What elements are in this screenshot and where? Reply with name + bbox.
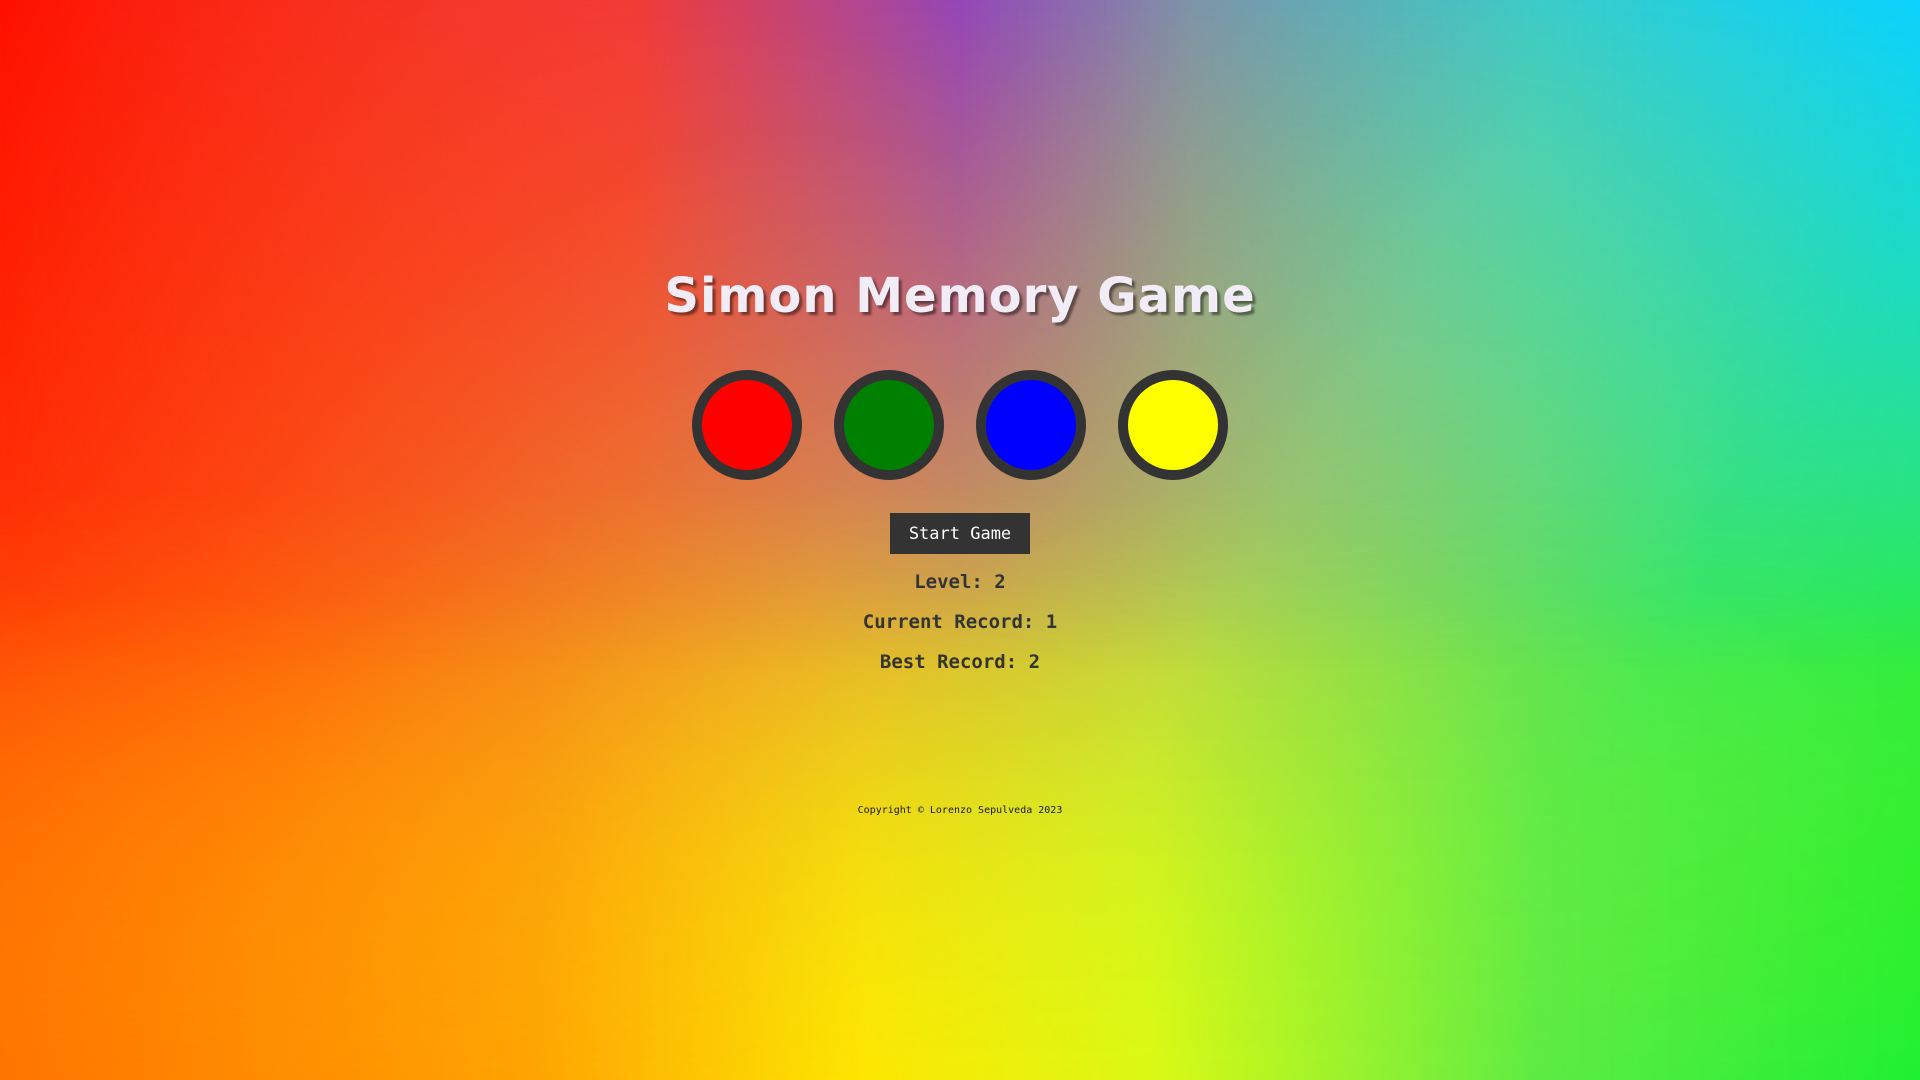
yellow-button[interactable] — [1118, 370, 1228, 480]
green-button[interactable] — [834, 370, 944, 480]
current-record-display: Current Record: 1 — [862, 611, 1058, 633]
simon-button-row — [692, 370, 1228, 480]
blue-button[interactable] — [976, 370, 1086, 480]
red-button[interactable] — [692, 370, 802, 480]
best-record-display: Best Record: 2 — [879, 651, 1041, 673]
level-display: Level: 2 — [914, 571, 1006, 593]
page: { "title": "Simon Memory Game", "buttons… — [0, 0, 1920, 1080]
copyright-footer: Copyright © Lorenzo Sepulveda 2023 — [857, 805, 1063, 816]
start-game-button[interactable]: Start Game — [890, 513, 1030, 554]
game-title: Simon Memory Game — [664, 268, 1256, 324]
